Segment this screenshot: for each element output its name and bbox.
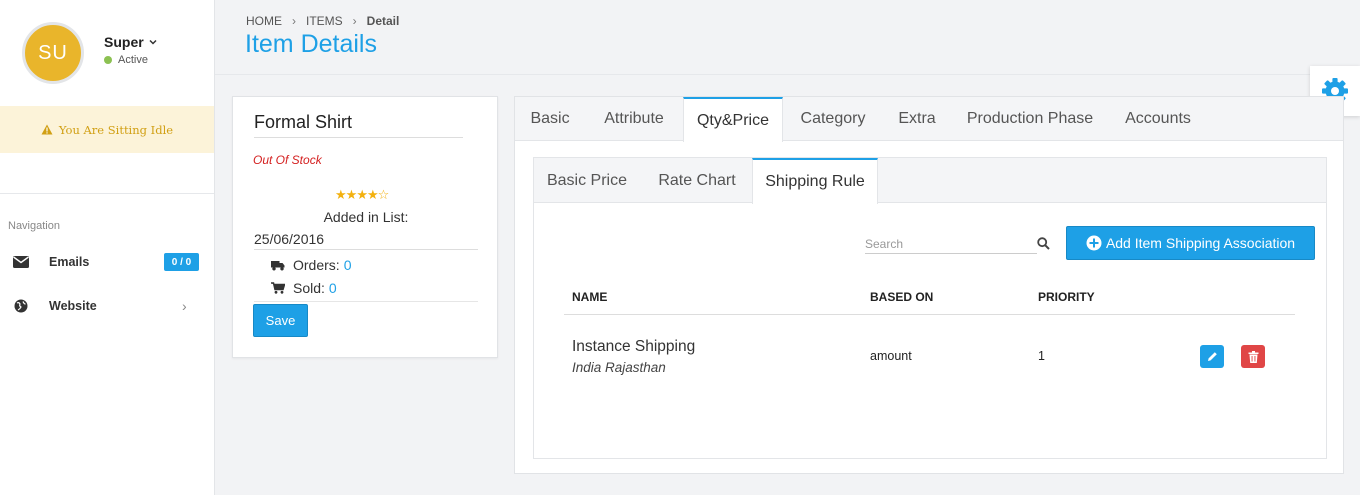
user-status-label: Active (118, 54, 148, 66)
orders-value[interactable]: 0 (344, 257, 352, 273)
tab-category[interactable]: Category (789, 97, 877, 141)
emails-count-badge: 0 / 0 (164, 253, 199, 271)
sidebar-item-label: Website (49, 299, 97, 313)
table-header-divider (564, 314, 1295, 315)
user-menu[interactable]: Super (104, 34, 158, 50)
tab-extra[interactable]: Extra (885, 97, 949, 141)
chevron-down-icon[interactable] (148, 37, 158, 47)
star-empty-icon: ☆ (377, 187, 390, 202)
shopping-cart-icon (271, 282, 285, 294)
shipping-priority: 1 (1038, 349, 1045, 363)
column-header-based-on: BASED ON (870, 290, 934, 304)
shipping-location: India Rajasthan (572, 360, 666, 375)
breadcrumb-separator-icon: › (352, 14, 357, 28)
chevron-right-icon: › (182, 298, 187, 314)
main-tab-bar: Basic Attribute Qty&Price Category Extra… (515, 97, 1343, 142)
sidebar-item-website[interactable]: Website › (0, 291, 214, 321)
add-button-label: Add Item Shipping Association (1105, 235, 1296, 251)
tab-rate-chart[interactable]: Rate Chart (646, 158, 748, 203)
tab-shipping-rule[interactable]: Shipping Rule (752, 158, 878, 204)
pencil-icon (1207, 352, 1217, 361)
tab-basic-price[interactable]: Basic Price (534, 158, 640, 203)
orders-label: Orders: (293, 257, 340, 273)
user-profile: SU Super Active (0, 0, 214, 106)
item-details-panel: Basic Attribute Qty&Price Category Extra… (514, 96, 1344, 474)
search-icon[interactable] (1037, 237, 1050, 250)
user-status: Active (104, 54, 148, 66)
tab-accounts[interactable]: Accounts (1115, 97, 1201, 141)
globe-icon (13, 299, 29, 313)
star-filled-icon: ★ (356, 187, 368, 202)
shipping-name: Instance Shipping (572, 338, 696, 355)
save-button[interactable]: Save (253, 304, 308, 337)
breadcrumb-current: Detail (366, 14, 400, 28)
plus-circle-icon (1086, 235, 1102, 251)
user-name[interactable]: Super (104, 34, 144, 50)
item-summary-card: Formal Shirt Out Of Stock ★★★★☆ Added in… (232, 96, 498, 358)
tab-basic[interactable]: Basic (515, 97, 585, 141)
idle-message: You Are Sitting Idle (58, 122, 174, 137)
sidebar: SU Super Active You Are Sitting Idle Nav… (0, 0, 215, 495)
tab-attribute[interactable]: Attribute (589, 97, 679, 141)
star-filled-icon: ★ (366, 187, 379, 202)
add-item-shipping-association-button[interactable]: Add Item Shipping Association (1066, 226, 1315, 260)
envelope-icon (13, 256, 29, 268)
breadcrumb-items[interactable]: ITEMS (306, 14, 343, 28)
orders-row: Orders: 0 (271, 257, 351, 273)
breadcrumb-separator-icon: › (292, 14, 296, 28)
sidebar-item-label: Emails (49, 255, 90, 269)
header-divider (215, 74, 1360, 75)
edit-button[interactable] (1200, 345, 1224, 368)
divider (254, 249, 478, 250)
sub-tab-bar: Basic Price Rate Chart Shipping Rule (534, 158, 1326, 204)
column-header-name: NAME (572, 290, 608, 304)
sidebar-divider (0, 193, 214, 194)
qty-price-panel: Basic Price Rate Chart Shipping Rule Add… (533, 157, 1327, 459)
warning-icon (41, 124, 53, 135)
breadcrumb: HOME › ITEMS › Detail (246, 14, 399, 28)
added-label: Added in List: (323, 209, 409, 225)
added-date: 25/06/2016 (254, 231, 325, 247)
stock-status: Out Of Stock (253, 153, 322, 167)
shipping-based-on: amount (870, 349, 912, 363)
truck-icon (271, 260, 285, 270)
item-name: Formal Shirt (254, 112, 353, 132)
sold-row: Sold: 0 (271, 280, 337, 296)
nav-heading: Navigation (8, 220, 60, 232)
sold-label: Sold: (293, 280, 325, 296)
sidebar-item-emails[interactable]: Emails 0 / 0 (0, 247, 214, 277)
tab-production-phase[interactable]: Production Phase (955, 97, 1105, 141)
page-title: Item Details (245, 30, 377, 58)
divider (254, 301, 478, 302)
tab-qty-price[interactable]: Qty&Price (683, 97, 783, 142)
sold-value[interactable]: 0 (329, 280, 337, 296)
breadcrumb-home[interactable]: HOME (246, 14, 282, 28)
trash-icon (1248, 350, 1258, 363)
divider (254, 137, 463, 138)
status-dot-icon (104, 56, 112, 64)
avatar[interactable]: SU (22, 22, 84, 84)
delete-button[interactable] (1241, 345, 1265, 368)
rating-stars: ★★★★☆ (335, 187, 390, 203)
search-input[interactable] (865, 234, 1037, 254)
column-header-priority: PRIORITY (1038, 290, 1095, 304)
idle-alert: You Are Sitting Idle (0, 106, 214, 153)
star-filled-icon: ★ (335, 187, 347, 202)
star-filled-icon: ★ (345, 187, 358, 202)
